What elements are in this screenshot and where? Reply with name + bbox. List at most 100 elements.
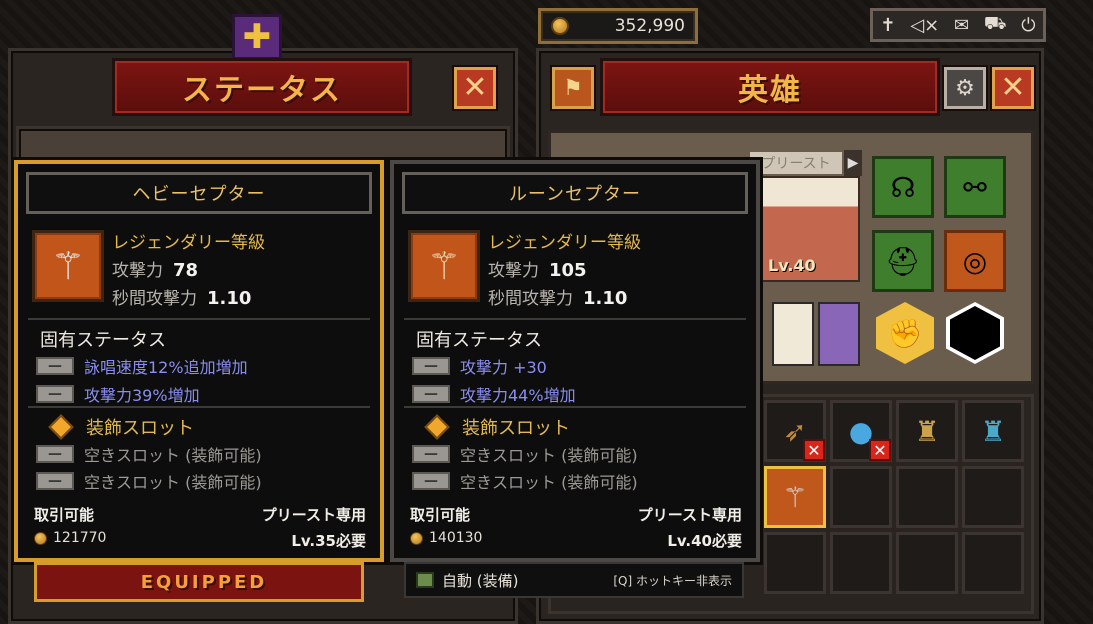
inventory-slot-armor-blue[interactable]: ♜ bbox=[962, 400, 1024, 462]
hero-title: 英雄 bbox=[738, 73, 802, 108]
cross-ornament-icon: ✚ bbox=[232, 14, 282, 60]
cart-icon[interactable]: ⛟ bbox=[984, 13, 1007, 37]
coin-icon bbox=[34, 531, 47, 545]
power-icon[interactable]: ⏻ bbox=[1021, 15, 1035, 36]
ring-icon: ⚯ bbox=[963, 170, 987, 204]
price-row: 121770 bbox=[34, 530, 106, 546]
equip-slot-ring[interactable]: ⚯ bbox=[944, 156, 1006, 218]
attack-value: 105 bbox=[549, 260, 587, 281]
hero-close-button[interactable]: ✕ bbox=[992, 67, 1034, 109]
gear-icon: ⚙ bbox=[955, 75, 975, 101]
inventory-slot-empty[interactable] bbox=[962, 532, 1024, 594]
hotkey-hint: [Q] ホットキー非表示 bbox=[613, 573, 732, 588]
hero-tab-label: プリースト bbox=[761, 156, 831, 172]
equip-slot-necklace[interactable]: ☊ bbox=[872, 156, 934, 218]
gold-amount: 352,990 bbox=[614, 16, 685, 36]
inventory-slot-scepter[interactable]: ⚚ bbox=[764, 466, 826, 528]
mail-icon[interactable]: ✉ bbox=[954, 15, 969, 36]
inherent-stat-text: 攻撃力 +30 bbox=[460, 358, 547, 377]
coin-icon bbox=[410, 531, 423, 545]
inventory-slot-armor[interactable]: ♜ bbox=[896, 400, 958, 462]
party-member-1[interactable] bbox=[772, 302, 814, 366]
auto-equip-button[interactable]: 自動 (装備) bbox=[416, 570, 518, 591]
inherent-stat-text: 詠唱速度12%追加増加 bbox=[84, 358, 248, 377]
gold-display: 352,990 bbox=[538, 8, 698, 44]
top-menu-bar: ✝ ◁× ✉ ⛟ ⏻ bbox=[870, 8, 1046, 42]
minus-icon: — bbox=[36, 357, 74, 375]
decor-slot-text: 空きスロット (装飾可能) bbox=[460, 473, 638, 492]
decor-slot-text: 空きスロット (装飾可能) bbox=[84, 473, 262, 492]
attack-value: 78 bbox=[173, 260, 199, 281]
class-only-label: プリースト専用 bbox=[261, 506, 366, 524]
divider bbox=[404, 406, 746, 408]
chest-icon bbox=[416, 572, 434, 588]
equipped-badge: EQUIPPED bbox=[34, 562, 364, 602]
minus-icon: — bbox=[36, 445, 74, 463]
inherent-stat-1: — 攻撃力 +30 bbox=[412, 354, 547, 378]
coin-icon bbox=[551, 17, 569, 35]
auto-equip-bar: 自動 (装備) [Q] ホットキー非表示 bbox=[404, 562, 744, 598]
flag-icon: ⚑ bbox=[563, 75, 583, 101]
minus-icon: — bbox=[412, 445, 450, 463]
equip-slot-helmet[interactable]: ⛑ bbox=[872, 230, 934, 292]
attack-speed-row: 秒間攻撃力 1.10 bbox=[112, 284, 251, 309]
sound-icon[interactable]: ◁× bbox=[910, 15, 939, 36]
divider bbox=[28, 406, 370, 408]
item-price: 140130 bbox=[429, 530, 483, 546]
decor-slot-2: — 空きスロット (装飾可能) bbox=[412, 469, 638, 493]
attack-label: 攻撃力 bbox=[488, 261, 539, 281]
inventory-slot-empty[interactable] bbox=[830, 466, 892, 528]
hero-flag-button[interactable]: ⚑ bbox=[552, 67, 594, 109]
attack-label: 攻撃力 bbox=[112, 261, 163, 281]
item-grade: レジェンダリー等級 bbox=[488, 233, 641, 253]
decor-slot-text: 空きスロット (装飾可能) bbox=[84, 446, 262, 465]
decor-slot-title-row: 装飾スロット bbox=[42, 414, 194, 440]
attack-speed-row: 秒間攻撃力 1.10 bbox=[488, 284, 627, 309]
item-name: ルーンセプター bbox=[402, 172, 748, 214]
gem-icon bbox=[424, 414, 450, 440]
equipped-label: EQUIPPED bbox=[140, 571, 268, 593]
tradable-label: 取引可能 bbox=[34, 506, 95, 524]
level-requirement: Lv.40必要 bbox=[667, 532, 742, 550]
heavy-scepter-icon: ⚚ bbox=[32, 230, 104, 302]
attack-row: 攻撃力 105 bbox=[488, 256, 587, 281]
inventory-slot-empty[interactable] bbox=[830, 532, 892, 594]
divider bbox=[28, 318, 370, 320]
inventory-slot-bow[interactable]: ➶ ✕ bbox=[764, 400, 826, 462]
attack-speed-label: 秒間攻撃力 bbox=[112, 289, 197, 309]
item-grade: レジェンダリー等級 bbox=[112, 233, 265, 253]
inventory-slot-orb[interactable]: ● ✕ bbox=[830, 400, 892, 462]
decor-slot-title: 装飾スロット bbox=[86, 418, 194, 439]
inventory-slot-empty[interactable] bbox=[896, 532, 958, 594]
inventory-slot-empty[interactable] bbox=[962, 466, 1024, 528]
status-title: ステータス bbox=[182, 73, 342, 108]
hero-level: Lv.40 bbox=[768, 256, 816, 275]
party-member-2[interactable] bbox=[818, 302, 860, 366]
class-only-label: プリースト専用 bbox=[637, 506, 742, 524]
attack-speed-value: 1.10 bbox=[583, 288, 628, 309]
hero-tab[interactable]: プリースト bbox=[748, 150, 844, 176]
tooltip-compare-item: ルーンセプター ⚚ レジェンダリー等級 攻撃力 105 秒間攻撃力 1.10 固… bbox=[390, 160, 760, 562]
decor-slot-2: — 空きスロット (装飾可能) bbox=[36, 469, 262, 493]
auto-equip-label: 自動 (装備) bbox=[442, 571, 519, 590]
decor-slot-1: — 空きスロット (装飾可能) bbox=[412, 442, 638, 466]
helmet-icon: ⛑ bbox=[885, 244, 921, 278]
divider bbox=[404, 318, 746, 320]
level-requirement: Lv.35必要 bbox=[291, 532, 366, 550]
rune-scepter-icon: ⚚ bbox=[408, 230, 480, 302]
hero-settings-button[interactable]: ⚙ bbox=[944, 67, 986, 109]
minus-icon: — bbox=[412, 385, 450, 403]
minus-icon: — bbox=[412, 472, 450, 490]
inherent-stat-1: — 詠唱速度12%追加増加 bbox=[36, 354, 248, 378]
next-arrow-icon[interactable]: ▶ bbox=[844, 150, 862, 176]
unusable-x-icon: ✕ bbox=[803, 439, 825, 461]
status-close-button[interactable]: ✕ bbox=[454, 67, 496, 109]
close-x-icon: ✕ bbox=[462, 70, 488, 105]
inventory-slot-empty[interactable] bbox=[764, 532, 826, 594]
belt-icon: ◎ bbox=[962, 244, 988, 278]
sword-icon[interactable]: ✝ bbox=[880, 15, 895, 36]
equip-slot-belt[interactable]: ◎ bbox=[944, 230, 1006, 292]
inventory-slot-empty[interactable] bbox=[896, 466, 958, 528]
minus-icon: — bbox=[36, 472, 74, 490]
inherent-stat-text: 攻撃力44%増加 bbox=[460, 386, 576, 405]
